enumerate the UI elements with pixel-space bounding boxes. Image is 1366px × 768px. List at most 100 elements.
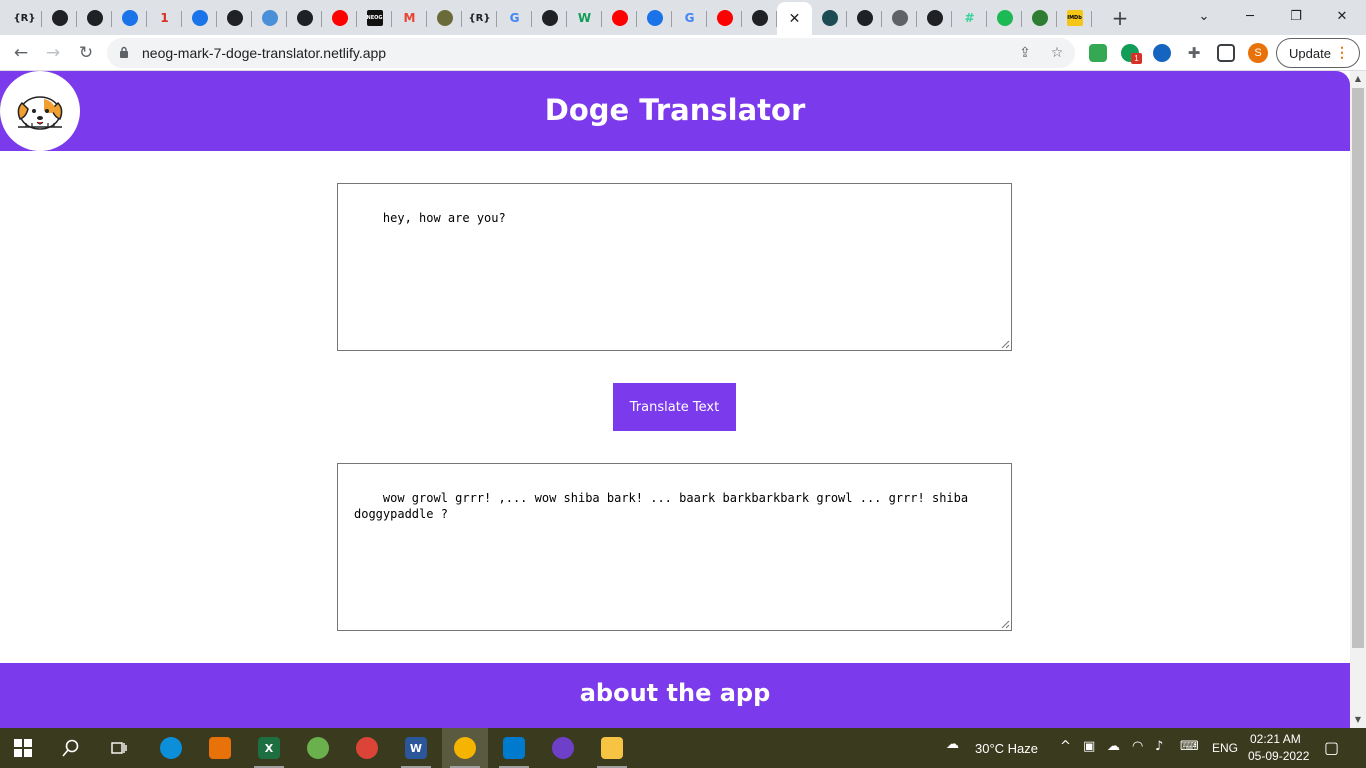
browser-tab[interactable] <box>882 3 917 33</box>
browser-tab[interactable]: G <box>497 3 532 33</box>
extensions-puzzle-icon[interactable]: ✚ <box>1185 44 1203 62</box>
browser-tab[interactable] <box>427 3 462 33</box>
document-icon <box>926 10 943 26</box>
footer-title: about the app <box>579 679 771 707</box>
taskbar-app-edge[interactable] <box>148 728 194 768</box>
taskbar-app-github-desktop[interactable] <box>540 728 586 768</box>
youtube-icon <box>611 10 628 26</box>
translate-button[interactable]: Translate Text <box>613 383 736 431</box>
browser-tab[interactable]: # <box>952 3 987 33</box>
minimize-button[interactable]: ─ <box>1227 0 1273 32</box>
output-textarea[interactable]: wow growl grrr! ,... wow shiba bark! ...… <box>337 463 1012 631</box>
browser-tab[interactable] <box>637 3 672 33</box>
extension-globe-icon[interactable] <box>1153 44 1171 62</box>
browser-tab[interactable]: G <box>672 3 707 33</box>
hash-icon: # <box>964 11 975 25</box>
browser-tab[interactable]: W <box>567 3 602 33</box>
tab-search-chevron-icon[interactable]: ⌄ <box>1181 0 1227 32</box>
page-scrollbar[interactable]: ▲ ▼ <box>1350 71 1366 728</box>
browser-tab[interactable]: {R} <box>462 3 497 33</box>
task-view-button[interactable] <box>96 728 142 768</box>
taskbar-app-maps[interactable] <box>295 728 341 768</box>
neog-icon: NEOG <box>366 10 383 26</box>
extension-badge-count: 1 <box>1131 53 1142 64</box>
browser-tab[interactable] <box>287 3 322 33</box>
browser-toolbar: ← → ↻ neog-mark-7-doge-translator.netlif… <box>0 35 1366 71</box>
taskbar-app-paint[interactable] <box>197 728 243 768</box>
keyboard-icon[interactable]: ⌨ <box>1180 739 1199 754</box>
update-button[interactable]: Update ⋮ <box>1276 38 1360 68</box>
forward-arrow-icon[interactable]: → <box>39 39 67 67</box>
browser-tab[interactable]: NEOG <box>357 3 392 33</box>
resize-grip-icon[interactable] <box>1001 340 1010 349</box>
browser-tab[interactable] <box>987 3 1022 33</box>
start-button[interactable] <box>0 728 46 768</box>
browser-tab[interactable]: {R} <box>7 3 42 33</box>
browser-tab[interactable] <box>1022 3 1057 33</box>
taskbar-app-word[interactable]: W <box>393 728 439 768</box>
volume-icon[interactable]: ♪ <box>1155 739 1163 754</box>
extension-green-icon[interactable] <box>1089 44 1107 62</box>
scroll-down-arrow-icon[interactable]: ▼ <box>1350 712 1366 728</box>
browser-tab[interactable] <box>77 3 112 33</box>
browser-tab[interactable] <box>707 3 742 33</box>
browser-tab[interactable] <box>917 3 952 33</box>
new-tab-button[interactable]: + <box>1108 6 1132 30</box>
scroll-up-arrow-icon[interactable]: ▲ <box>1350 71 1366 87</box>
browser-tab[interactable] <box>252 3 287 33</box>
browser-tab[interactable]: IMDb <box>1057 3 1092 33</box>
address-bar[interactable]: neog-mark-7-doge-translator.netlify.app … <box>107 38 1075 68</box>
weather-cloud-icon[interactable]: ☁ <box>946 737 959 752</box>
browser-tab[interactable] <box>42 3 77 33</box>
taskbar-app-vscode[interactable] <box>491 728 537 768</box>
language-indicator[interactable]: ENG <box>1212 741 1238 755</box>
browser-tab[interactable] <box>847 3 882 33</box>
side-panel-icon[interactable] <box>1217 44 1235 62</box>
github-icon <box>751 10 768 26</box>
taskbar-app-chrome[interactable] <box>344 728 390 768</box>
meet-now-icon[interactable]: ▣ <box>1083 739 1095 754</box>
browser-tab[interactable] <box>217 3 252 33</box>
browser-tab[interactable] <box>322 3 357 33</box>
taskbar-app-chrome-canary[interactable] <box>442 728 488 768</box>
tab-active[interactable]: ✕ <box>777 2 812 35</box>
show-hidden-icons-chevron-icon[interactable]: ^ <box>1060 739 1071 754</box>
excel-icon: X <box>258 737 280 759</box>
browser-tab[interactable]: 1 <box>147 3 182 33</box>
tab-separator <box>1091 11 1092 27</box>
app-header: Doge Translator <box>0 71 1350 151</box>
edge-icon <box>160 737 182 759</box>
taskbar-app-file-explorer[interactable] <box>589 728 635 768</box>
browser-tab[interactable] <box>602 3 637 33</box>
notifications-icon[interactable]: ▢ <box>1324 738 1339 757</box>
browser-tab[interactable] <box>532 3 567 33</box>
input-textarea[interactable]: hey, how are you? <box>337 183 1012 351</box>
browser-tab[interactable]: M <box>392 3 427 33</box>
back-arrow-icon[interactable]: ← <box>7 39 35 67</box>
task-view-icon <box>111 742 127 754</box>
extension-badge-icon[interactable]: 1 <box>1121 44 1142 64</box>
w-icon: W <box>577 11 592 25</box>
restore-button[interactable]: ❐ <box>1273 0 1319 32</box>
clock-date[interactable]: 05-09-2022 <box>1248 749 1309 763</box>
chrome-icon <box>454 737 476 759</box>
browser-tab[interactable] <box>112 3 147 33</box>
onedrive-cloud-icon[interactable]: ☁ <box>1107 739 1120 754</box>
browser-tab[interactable] <box>742 3 777 33</box>
close-icon[interactable]: ✕ <box>789 11 801 27</box>
share-icon[interactable]: ⇪ <box>1016 44 1034 62</box>
scroll-thumb[interactable] <box>1352 88 1364 648</box>
bookmark-star-icon[interactable]: ☆ <box>1048 44 1066 62</box>
browser-tab[interactable] <box>182 3 217 33</box>
clock-time[interactable]: 02:21 AM <box>1250 732 1301 746</box>
profile-avatar[interactable]: S <box>1248 43 1268 63</box>
search-button[interactable] <box>48 728 94 768</box>
wifi-icon[interactable]: ◠ <box>1132 739 1143 754</box>
resize-grip-icon[interactable] <box>1001 620 1010 629</box>
close-window-button[interactable]: ✕ <box>1319 0 1365 32</box>
github-icon <box>86 10 103 26</box>
weather-text[interactable]: 30°C Haze <box>975 741 1038 756</box>
taskbar-app-excel[interactable]: X <box>246 728 292 768</box>
reload-icon[interactable]: ↻ <box>72 39 100 67</box>
browser-tab[interactable] <box>812 3 847 33</box>
